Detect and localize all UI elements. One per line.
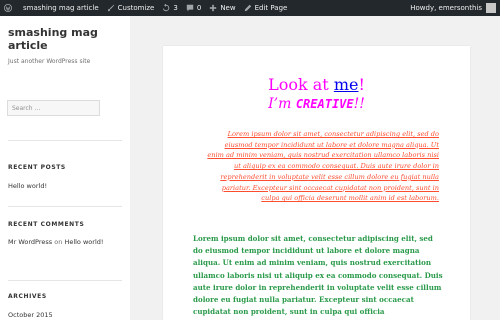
- wordpress-icon: [4, 4, 12, 12]
- edit-page-label: Edit Page: [254, 4, 288, 12]
- search-input[interactable]: Search …: [7, 100, 100, 116]
- site-name-label: smashing mag article: [23, 4, 99, 12]
- paragraph-green-bold: Lorem ipsum dolor sit amet, consectetur …: [193, 234, 443, 317]
- recent-posts-title: RECENT POSTS: [8, 164, 66, 171]
- updates-menu[interactable]: 3: [158, 0, 181, 16]
- content-article: Look at me! I’m CREATIVE!! Lorem ipsum d…: [163, 46, 470, 320]
- edit-pencil-icon: [244, 4, 251, 12]
- archive-link[interactable]: October 2015: [8, 310, 120, 320]
- customize-brush-icon: [107, 4, 114, 12]
- new-label: New: [220, 4, 236, 12]
- widget-divider: [8, 280, 122, 281]
- comment-author-link[interactable]: Mr WordPress: [8, 238, 52, 246]
- heading1-suffix: !: [358, 75, 365, 94]
- comments-menu[interactable]: 0: [182, 0, 205, 16]
- search-placeholder: Search …: [12, 104, 41, 112]
- widget-divider: [8, 140, 122, 141]
- heading-look-at-me: Look at me!: [163, 76, 470, 94]
- admin-bar: smashing mag article Customize 3 0 New E…: [0, 0, 500, 16]
- archives-title: ARCHIVES: [8, 293, 47, 300]
- widget-divider: [8, 206, 122, 207]
- edit-page-menu[interactable]: Edit Page: [240, 0, 292, 16]
- heading2-suffix: !!: [353, 96, 365, 112]
- recent-comment-item: Mr WordPress on Hello world!: [8, 237, 120, 247]
- heading2-creative-word: CREATIVE: [295, 97, 354, 111]
- comment-on-text: on: [54, 238, 63, 246]
- comments-icon: [186, 4, 194, 12]
- customize-menu[interactable]: Customize: [103, 0, 159, 16]
- heading-creative: I’m CREATIVE!!: [163, 96, 470, 113]
- updates-icon: [163, 4, 170, 12]
- recent-comments-title: RECENT COMMENTS: [8, 221, 85, 228]
- heading2-prefix: I’m: [268, 96, 296, 112]
- site-tagline: Just another WordPress site: [8, 58, 91, 65]
- wordpress-logo-menu[interactable]: [0, 0, 19, 16]
- howdy-label: Howdy, emersonthis: [410, 4, 482, 12]
- heading1-prefix: Look at: [268, 75, 334, 94]
- customize-label: Customize: [117, 4, 155, 12]
- comment-post-link[interactable]: Hello world!: [64, 238, 103, 246]
- avatar: [486, 3, 496, 13]
- plus-icon: [210, 4, 217, 12]
- paragraph-orange-italic: Lorem ipsum dolor sit amet, consectetur …: [207, 130, 439, 203]
- new-content-menu[interactable]: New: [205, 0, 239, 16]
- heading1-me-link[interactable]: me: [334, 75, 359, 94]
- site-name-menu[interactable]: smashing mag article: [19, 0, 103, 16]
- site-title[interactable]: smashing mag article: [8, 26, 118, 52]
- updates-count: 3: [173, 4, 178, 12]
- account-menu[interactable]: Howdy, emersonthis: [406, 0, 500, 16]
- comments-count: 0: [196, 4, 202, 12]
- recent-post-link[interactable]: Hello world!: [8, 181, 120, 191]
